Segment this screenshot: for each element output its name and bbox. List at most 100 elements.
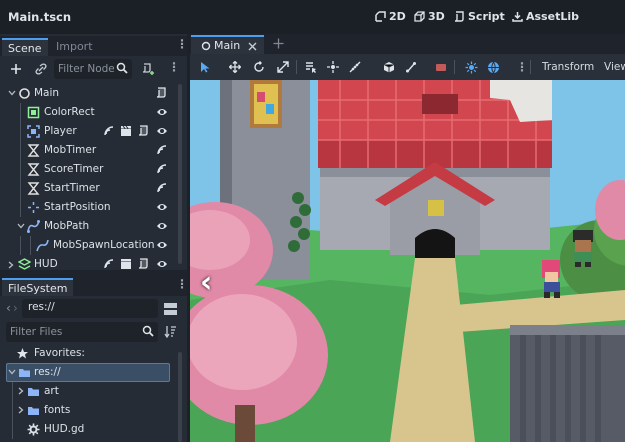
tree-row-starttimer[interactable]: StartTimer: [0, 179, 176, 198]
visibility-eye-icon[interactable]: [156, 106, 168, 118]
forward-arrow-icon[interactable]: ›: [13, 301, 18, 315]
tree-guide: [20, 122, 21, 141]
scene-tree-scrollbar[interactable]: [178, 84, 182, 264]
scene-options-icon[interactable]: ⋮: [168, 60, 180, 74]
script-icon[interactable]: [138, 258, 150, 270]
select-mode-button[interactable]: [196, 58, 214, 76]
transform-menu[interactable]: Transform: [542, 61, 594, 73]
fs-row-hud-gd[interactable]: HUD.gd: [0, 420, 176, 439]
tab-main-scene[interactable]: Main: [191, 35, 264, 54]
workspace-2d-button[interactable]: 2D: [375, 10, 406, 23]
cube-icon: [383, 62, 395, 73]
tree-row-hud[interactable]: HUD: [0, 255, 176, 270]
viewport-toolbar: ⋮ Transform View: [190, 54, 625, 80]
filter-nodes-field[interactable]: [54, 59, 132, 79]
signal-icon[interactable]: [156, 182, 168, 194]
signal-icon[interactable]: [103, 125, 115, 137]
visibility-eye-icon[interactable]: [156, 201, 168, 213]
instance-scene-button[interactable]: [32, 60, 50, 78]
tree-row-scoretimer[interactable]: ScoreTimer: [0, 160, 176, 179]
pivot-icon: [327, 61, 339, 73]
workspace-script-button[interactable]: Script: [454, 10, 505, 23]
script-icon[interactable]: [156, 87, 168, 99]
back-arrow-icon[interactable]: ‹: [6, 301, 11, 315]
scene-dock-menu-icon[interactable]: ⋮: [176, 37, 188, 51]
plus-icon: [11, 64, 21, 74]
rotate-icon: [254, 61, 264, 72]
chevron-right-icon[interactable]: [18, 387, 24, 395]
tree-row-startposition[interactable]: StartPosition: [0, 198, 176, 217]
split-view-icon[interactable]: [164, 303, 177, 315]
skeleton-button[interactable]: [402, 58, 420, 76]
snap-options-button[interactable]: [432, 58, 450, 76]
add-node-button[interactable]: [7, 60, 25, 78]
signal-icon[interactable]: [156, 163, 168, 175]
filter-files-field[interactable]: [6, 322, 158, 342]
visibility-eye-icon[interactable]: [156, 258, 168, 270]
fs-row-res[interactable]: res://: [0, 363, 176, 382]
tree-row-main[interactable]: Main: [0, 84, 176, 103]
signal-icon[interactable]: [156, 144, 168, 156]
tree-row-colorrect[interactable]: ColorRect: [0, 103, 176, 122]
tree-row-mobtimer[interactable]: MobTimer: [0, 141, 176, 160]
tree-row-mobspawnlocation[interactable]: MobSpawnLocation: [0, 236, 176, 255]
visibility-eye-icon[interactable]: [156, 125, 168, 137]
tree-row-player[interactable]: Player: [0, 122, 176, 141]
fs-label-hud-gd: HUD.gd: [44, 423, 85, 435]
clapper-icon[interactable]: [120, 258, 132, 270]
workspace-2d-label: 2D: [389, 10, 406, 23]
clapper-icon[interactable]: [120, 125, 132, 137]
node-icon: [201, 41, 211, 51]
chevron-right-icon[interactable]: [8, 261, 14, 269]
smart-snap-button[interactable]: [462, 58, 480, 76]
script-icon[interactable]: [138, 125, 150, 137]
rotate-mode-button[interactable]: [250, 58, 268, 76]
chevron-down-icon[interactable]: [8, 90, 16, 96]
filesystem-dock-menu-icon[interactable]: ⋮: [176, 277, 188, 291]
scale-mode-button[interactable]: [274, 58, 292, 76]
move-icon: [229, 61, 241, 73]
grid-snap-button[interactable]: [484, 58, 502, 76]
chevron-right-icon[interactable]: [18, 406, 24, 414]
workspace-assetlib-button[interactable]: AssetLib: [512, 10, 579, 23]
tree-label-mobspawnlocation: MobSpawnLocation: [53, 239, 155, 251]
workspace-3d-button[interactable]: 3D: [414, 10, 445, 23]
chevron-down-icon[interactable]: [8, 369, 16, 375]
tree-row-mobpath[interactable]: MobPath: [0, 217, 176, 236]
add-tab-icon[interactable]: [273, 38, 284, 49]
list-select-button[interactable]: [302, 58, 320, 76]
visibility-eye-icon[interactable]: [156, 239, 168, 251]
title-bar: Main.tscn 2D 3D Script AssetLib: [0, 0, 625, 34]
move-mode-button[interactable]: [226, 58, 244, 76]
tree-guide: [20, 236, 21, 255]
close-icon[interactable]: [248, 42, 257, 51]
fs-row-fonts[interactable]: fonts: [0, 401, 176, 420]
filter-files-input[interactable]: [6, 322, 158, 342]
tab-import[interactable]: Import: [50, 38, 99, 56]
tab-scene[interactable]: Scene: [2, 38, 48, 56]
chevron-left-icon[interactable]: ‹: [200, 265, 222, 301]
attach-script-button[interactable]: [139, 60, 157, 78]
sort-icon[interactable]: [164, 325, 177, 338]
bone-icon: [406, 62, 416, 73]
timer-icon: [27, 182, 40, 195]
ruler-icon: [349, 61, 361, 73]
pivot-button[interactable]: [324, 58, 342, 76]
path-field[interactable]: res://: [22, 299, 158, 318]
tab-filesystem[interactable]: FileSystem: [2, 278, 74, 296]
lock-node-button[interactable]: [380, 58, 398, 76]
ruler-button[interactable]: [346, 58, 364, 76]
filesystem-scrollbar[interactable]: [178, 352, 182, 442]
workspace-assetlib-label: AssetLib: [526, 10, 579, 23]
area2d-icon: [27, 125, 40, 138]
viewport-2d[interactable]: ‹: [190, 80, 625, 442]
fs-row-art[interactable]: art: [0, 382, 176, 401]
tree-label-mobpath: MobPath: [44, 220, 90, 232]
visibility-eye-icon[interactable]: [156, 220, 168, 232]
chevron-down-icon[interactable]: [17, 223, 25, 229]
view-menu[interactable]: View: [604, 61, 625, 73]
viewport-options-icon[interactable]: ⋮: [516, 60, 528, 74]
signal-icon[interactable]: [103, 258, 115, 270]
magnet-icon: [436, 64, 446, 71]
fs-row-favorites[interactable]: Favorites:: [0, 344, 176, 363]
